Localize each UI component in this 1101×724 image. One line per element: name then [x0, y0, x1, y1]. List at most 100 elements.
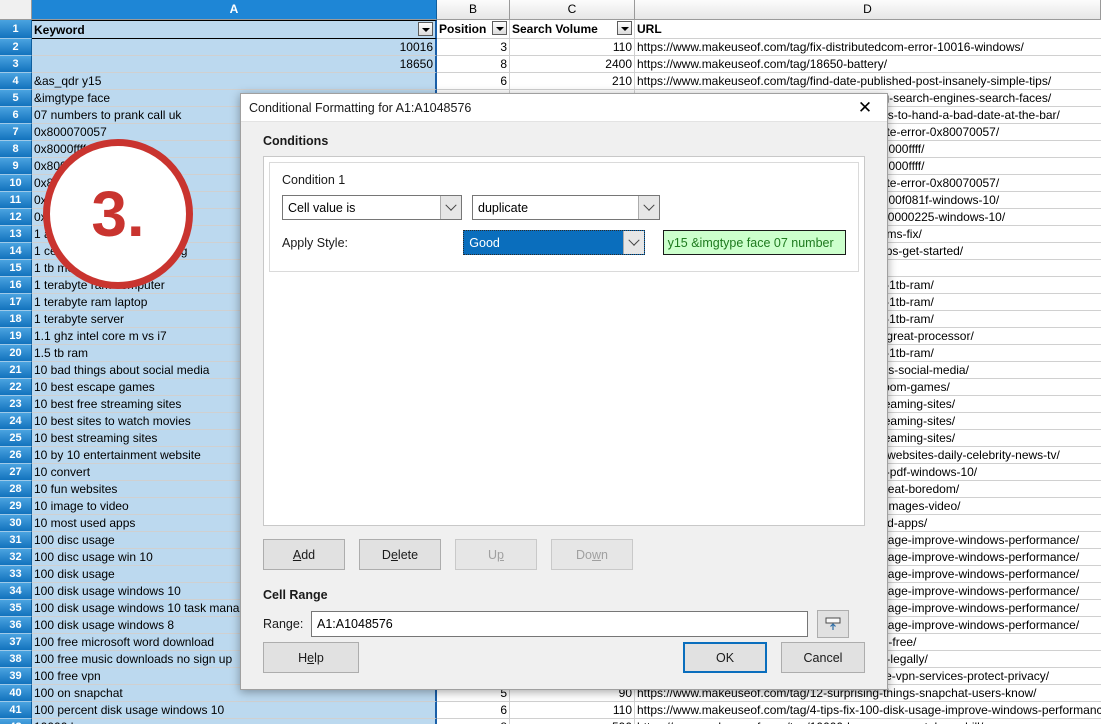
column-header-b[interactable]: B [437, 0, 510, 20]
close-icon[interactable]: ✕ [843, 94, 887, 122]
cell-a1[interactable]: Keyword [32, 20, 437, 39]
row-header[interactable]: 14 [0, 243, 32, 260]
cell-d4[interactable]: https://www.makeuseof.com/tag/find-date-… [635, 73, 1101, 90]
cell-a3[interactable]: 18650 [32, 56, 437, 73]
cell-a4[interactable]: &as_qdr y15 [32, 73, 437, 90]
row-header[interactable]: 3 [0, 56, 32, 73]
row-header[interactable]: 9 [0, 158, 32, 175]
cell-d41[interactable]: https://www.makeuseof.com/tag/4-tips-fix… [635, 702, 1101, 719]
row-header[interactable]: 38 [0, 651, 32, 668]
add-button[interactable]: AddAdd [263, 539, 345, 570]
row-header[interactable]: 15 [0, 260, 32, 277]
row-header[interactable]: 17 [0, 294, 32, 311]
cell-c41[interactable]: 110 [510, 702, 635, 719]
chevron-down-icon[interactable] [622, 231, 644, 254]
up-button[interactable]: Up [455, 539, 537, 570]
row-header[interactable]: 42 [0, 719, 32, 724]
cell-b41[interactable]: 6 [437, 702, 510, 719]
row-header[interactable]: 7 [0, 124, 32, 141]
cell-d3[interactable]: https://www.makeuseof.com/tag/18650-batt… [635, 56, 1101, 73]
row-header[interactable]: 29 [0, 498, 32, 515]
row-header[interactable]: 24 [0, 413, 32, 430]
row-header[interactable]: 13 [0, 226, 32, 243]
cell-b2[interactable]: 3 [437, 39, 510, 56]
row-header[interactable]: 21 [0, 362, 32, 379]
autofilter-icon-b[interactable] [492, 21, 507, 35]
apply-style-select[interactable]: Good [463, 230, 645, 255]
row-header[interactable]: 2 [0, 39, 32, 56]
row-header[interactable]: 31 [0, 532, 32, 549]
row-header[interactable]: 19 [0, 328, 32, 345]
cell-b3[interactable]: 8 [437, 56, 510, 73]
cell-d42[interactable]: https://www.makeuseof.com/tag/10000-lume… [635, 719, 1101, 724]
cell-range-section-label: Cell Range [263, 588, 328, 602]
ok-button[interactable]: OK [683, 642, 767, 673]
cell-d1[interactable]: URL [635, 20, 1101, 39]
cell-c2[interactable]: 110 [510, 39, 635, 56]
autofilter-icon-c[interactable] [617, 21, 632, 35]
row-header[interactable]: 33 [0, 566, 32, 583]
condition-1-panel[interactable]: Condition 1 Cell value is duplicate Appl… [269, 162, 859, 272]
row-header[interactable]: 12 [0, 209, 32, 226]
row-header[interactable]: 28 [0, 481, 32, 498]
cell-c4[interactable]: 210 [510, 73, 635, 90]
cancel-button[interactable]: Cancel [781, 642, 865, 673]
column-header-c[interactable]: C [510, 0, 635, 20]
condition-criteria-value: duplicate [478, 200, 529, 215]
cell-a42[interactable]: 10000 lumen ... [32, 719, 437, 724]
condition-1-title: Condition 1 [282, 173, 346, 187]
row-header[interactable]: 1 [0, 20, 32, 39]
row-header[interactable]: 30 [0, 515, 32, 532]
autofilter-icon-a[interactable] [418, 22, 433, 36]
row-header[interactable]: 23 [0, 396, 32, 413]
row-header[interactable]: 39 [0, 668, 32, 685]
cell-b42[interactable]: 8 [437, 719, 510, 724]
column-header-d[interactable]: D [635, 0, 1101, 20]
table-row: 10000 lumen ...8590https://www.makeuseof… [32, 719, 1101, 724]
column-header-a[interactable]: A [32, 0, 437, 20]
help-button[interactable]: Help [263, 642, 359, 673]
row-header[interactable]: 34 [0, 583, 32, 600]
cell-d2[interactable]: https://www.makeuseof.com/tag/fix-distri… [635, 39, 1101, 56]
dialog-titlebar[interactable]: Conditional Formatting for A1:A1048576 ✕ [241, 94, 887, 122]
row-header[interactable]: 32 [0, 549, 32, 566]
delete-button[interactable]: Delete [359, 539, 441, 570]
row-header[interactable]: 25 [0, 430, 32, 447]
row-header[interactable]: 40 [0, 685, 32, 702]
table-row: 18650 8 2400 https://www.makeuseof.com/tag/… [32, 56, 1101, 73]
cell-a41[interactable]: 100 percent disk usage windows 10 [32, 702, 437, 719]
cell-b4[interactable]: 6 [437, 73, 510, 90]
table-row: 10016 3 110 https://www.makeuseof.com/tag/f… [32, 39, 1101, 56]
cell-c1[interactable]: Search Volume [510, 20, 635, 39]
condition-criteria-select[interactable]: duplicate [472, 195, 660, 220]
row-header[interactable]: 26 [0, 447, 32, 464]
row-header[interactable]: 27 [0, 464, 32, 481]
row-header[interactable]: 22 [0, 379, 32, 396]
row-header[interactable]: 5 [0, 90, 32, 107]
down-button[interactable]: Down [551, 539, 633, 570]
row-header[interactable]: 36 [0, 617, 32, 634]
cell-c42[interactable]: 590 [510, 719, 635, 724]
condition-operator-select[interactable]: Cell value is [282, 195, 462, 220]
row-header[interactable]: 35 [0, 600, 32, 617]
chevron-down-icon[interactable] [440, 196, 461, 219]
row-header[interactable]: 18 [0, 311, 32, 328]
column-header-row: A B C D [0, 0, 1101, 20]
select-all-corner[interactable] [0, 0, 32, 20]
cell-a2[interactable]: 10016 [32, 39, 437, 56]
chevron-down-icon[interactable] [638, 196, 659, 219]
row-header[interactable]: 8 [0, 141, 32, 158]
cell-c3[interactable]: 2400 [510, 56, 635, 73]
row-header[interactable]: 16 [0, 277, 32, 294]
row-header[interactable]: 11 [0, 192, 32, 209]
shrink-range-icon[interactable] [817, 610, 849, 638]
cell-b1[interactable]: Position [437, 20, 510, 39]
row-header[interactable]: 20 [0, 345, 32, 362]
row-header[interactable]: 4 [0, 73, 32, 90]
range-field-label: Range: [263, 617, 304, 631]
row-header[interactable]: 10 [0, 175, 32, 192]
row-header[interactable]: 41 [0, 702, 32, 719]
range-input[interactable]: A1:A1048576 [311, 611, 808, 637]
row-header[interactable]: 6 [0, 107, 32, 124]
row-header[interactable]: 37 [0, 634, 32, 651]
